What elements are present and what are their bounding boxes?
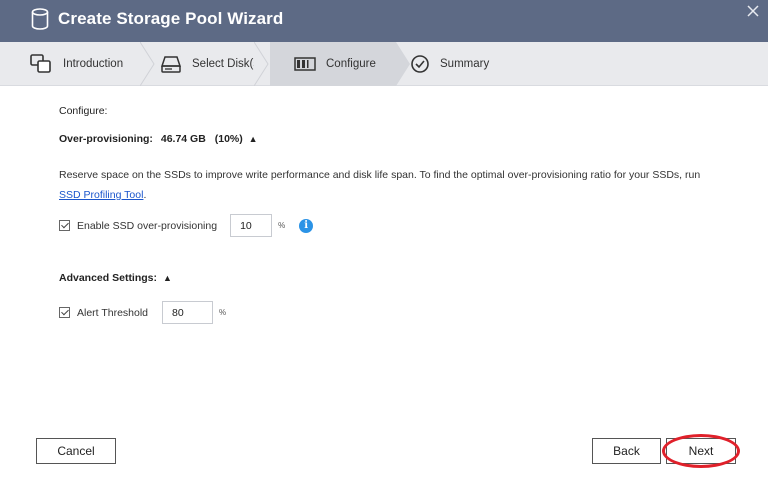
ssd-profiling-tool-link[interactable]: SSD Profiling Tool [59,189,143,201]
step-summary[interactable]: Summary [410,42,489,86]
disk-icon [160,56,182,73]
close-icon[interactable] [745,3,761,19]
step-select-disks[interactable]: Select Disk(s) [160,42,263,86]
database-icon [31,8,49,30]
step-label: Summary [440,58,490,70]
description-text: Reserve space on the SSDs to improve wri… [59,169,701,181]
step-separator [140,42,155,86]
enable-ssd-checkbox[interactable] [59,220,70,231]
step-label: Configure [326,58,376,70]
over-provisioning-description: Reserve space on the SSDs to improve wri… [59,165,719,205]
alert-unit: % [219,308,227,317]
over-provisioning-size: 46.74 GB [160,133,206,145]
enable-ssd-row: Enable SSD over-provisioning % i [59,214,314,237]
collapse-arrow-icon[interactable]: ▲ [249,134,258,144]
over-provisioning-summary[interactable]: Over-provisioning: 46.74 GB (10%) ▲ [59,133,258,145]
advanced-settings-toggle[interactable]: Advanced Settings: ▲ [59,272,172,284]
title-bar: Create Storage Pool Wizard [0,0,768,42]
alert-threshold-checkbox[interactable] [59,307,70,318]
step-introduction[interactable]: Introduction [29,42,123,86]
step-configure[interactable]: Configure [270,42,396,86]
collapse-arrow-icon: ▲ [162,273,172,283]
step-label: Introduction [63,58,124,70]
advanced-settings-heading: Advanced Settings: [59,272,158,284]
link-suffix: . [143,189,147,201]
configure-icon [294,57,316,71]
wizard-content: Configure: Over-provisioning: 46.74 GB (… [0,86,768,483]
next-button[interactable]: Next [666,438,736,464]
step-separator [254,42,269,86]
alert-threshold-row: Alert Threshold % [59,301,226,324]
over-provisioning-label: Over-provisioning: [59,133,153,145]
ssd-unit: % [278,221,286,230]
checkmark-circle-icon [411,55,429,73]
ssd-over-provisioning-input[interactable] [230,214,273,237]
cancel-button[interactable]: Cancel [36,438,116,464]
window-title: Create Storage Pool Wizard [58,9,284,28]
configure-heading: Configure: [59,105,108,117]
alert-threshold-input[interactable] [162,301,214,324]
enable-ssd-label: Enable SSD over-provisioning [77,219,218,232]
wizard-steps: Introduction Select Disk(s) Configure Su… [0,42,768,86]
alert-threshold-label: Alert Threshold [77,306,149,319]
introduction-icon [30,54,51,73]
info-icon[interactable]: i [299,218,314,233]
step-label: Select Disk(s) [192,58,263,70]
over-provisioning-percent: (10%) [214,133,243,145]
back-button[interactable]: Back [592,438,661,464]
